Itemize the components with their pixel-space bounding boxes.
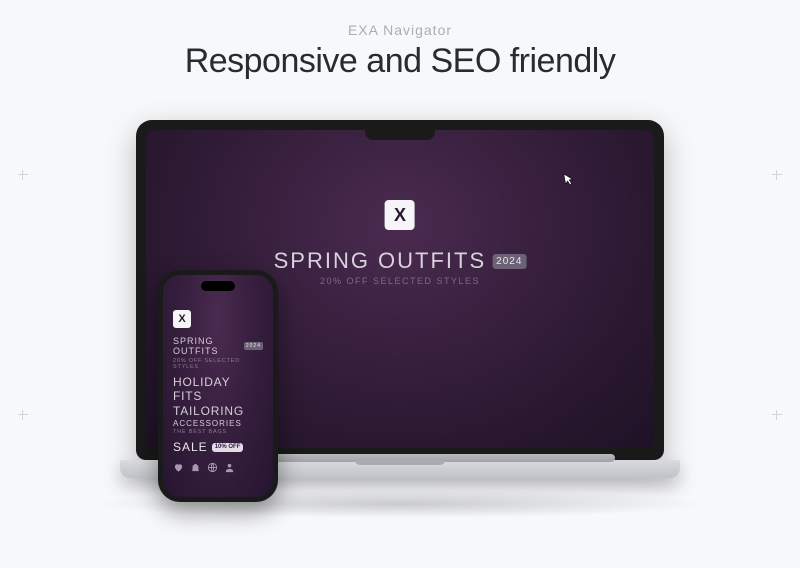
hero-header: EXA Navigator Responsive and SEO friendl… bbox=[0, 0, 800, 81]
sale-badge: 10% OFF bbox=[212, 443, 244, 452]
year-badge: 2024 bbox=[492, 254, 526, 269]
eyebrow-label: EXA Navigator bbox=[0, 22, 800, 38]
cursor-icon bbox=[563, 171, 575, 187]
user-icon bbox=[224, 462, 235, 473]
laptop-content: X SPRING OUTFITS 2024 20% OFF SELECTED S… bbox=[274, 200, 527, 286]
phone-dynamic-island bbox=[201, 281, 235, 291]
hero-title-line: SPRING OUTFITS 2024 bbox=[274, 248, 527, 274]
phone-content: X SPRING OUTFITS 2024 20% OFF SELECTED S… bbox=[163, 309, 273, 473]
phone-spring-label: SPRING OUTFITS bbox=[173, 336, 241, 356]
device-mockup-stage: X SPRING OUTFITS 2024 20% OFF SELECTED S… bbox=[120, 120, 680, 540]
phone-nav-item: SPRING OUTFITS 2024 bbox=[173, 336, 263, 356]
hero-subline: 20% OFF SELECTED STYLES bbox=[274, 276, 527, 286]
phone-screen: X SPRING OUTFITS 2024 20% OFF SELECTED S… bbox=[163, 275, 273, 497]
year-badge: 2024 bbox=[244, 342, 263, 350]
heart-icon bbox=[173, 462, 184, 473]
brand-logo-icon: X bbox=[173, 310, 191, 328]
hero-title-text: SPRING OUTFITS bbox=[274, 248, 487, 274]
phone-subline: THE BEST BAGS bbox=[173, 429, 263, 435]
brand-logo-icon: X bbox=[385, 200, 415, 230]
sale-label: SALE bbox=[173, 440, 208, 454]
globe-icon bbox=[207, 462, 218, 473]
page-title: Responsive and SEO friendly bbox=[0, 42, 800, 81]
bag-icon bbox=[190, 462, 201, 473]
phone-sale-row: SALE 10% OFF bbox=[173, 440, 263, 454]
phone-subline: 20% OFF SELECTED STYLES bbox=[173, 358, 263, 370]
laptop-notch bbox=[365, 130, 435, 140]
phone-nav-item: HOLIDAY FITS bbox=[173, 375, 263, 403]
phone-nav-item: TAILORING bbox=[173, 404, 263, 418]
phone-icon-row bbox=[173, 462, 263, 473]
phone-nav-item: ACCESSORIES bbox=[173, 419, 263, 428]
phone-mockup: X SPRING OUTFITS 2024 20% OFF SELECTED S… bbox=[158, 270, 278, 502]
